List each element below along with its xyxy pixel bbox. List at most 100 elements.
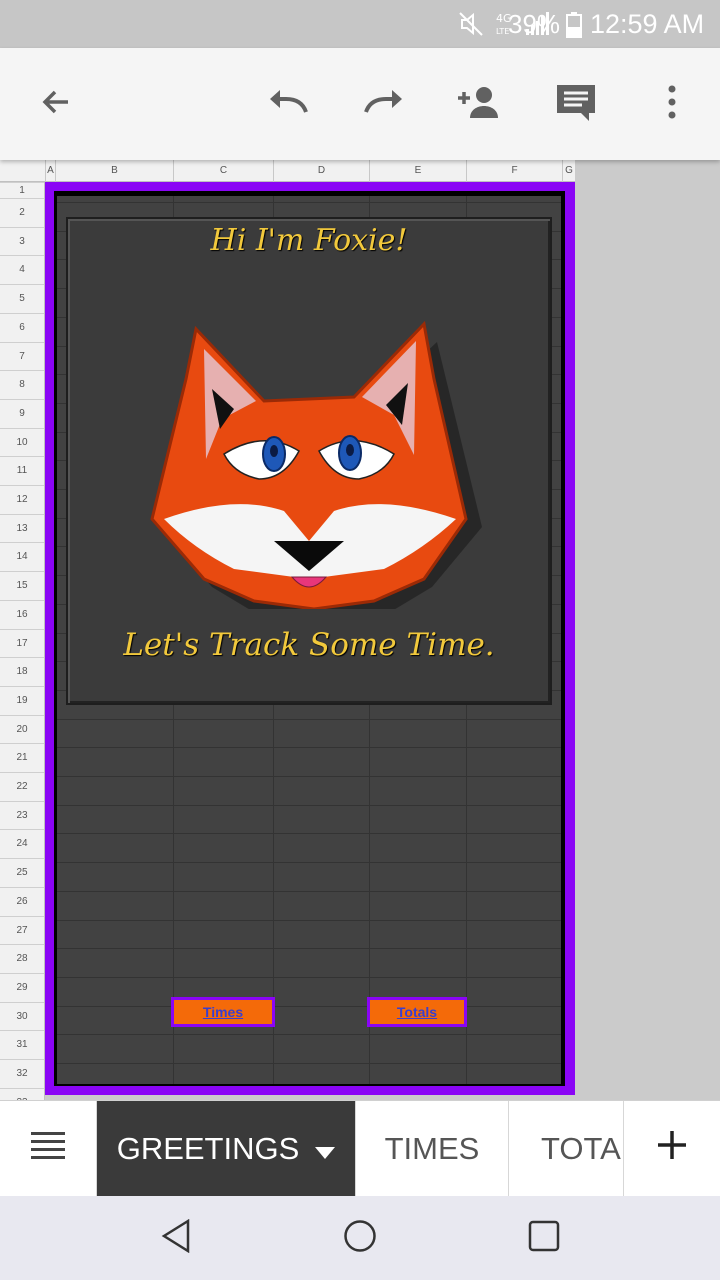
row-header[interactable]: 4 [0, 255, 44, 284]
more-vert-icon [667, 84, 677, 125]
redo-button[interactable] [360, 80, 408, 128]
row-header[interactable]: 9 [0, 398, 44, 428]
column-header[interactable]: D [273, 160, 369, 182]
row-header[interactable]: 10 [0, 427, 44, 457]
grid-line [57, 804, 561, 806]
row-header[interactable]: 25 [0, 858, 44, 887]
undo-button[interactable] [264, 80, 312, 128]
square-recents-icon [528, 1220, 560, 1257]
plus-icon [657, 1130, 687, 1168]
row-header[interactable]: 7 [0, 341, 44, 371]
back-button[interactable] [32, 80, 80, 128]
nav-back-button[interactable] [154, 1216, 198, 1260]
grid-line [57, 862, 561, 864]
circle-home-icon [343, 1219, 377, 1258]
grid-line [57, 1005, 561, 1007]
row-header[interactable]: 13 [0, 513, 44, 543]
row-header[interactable]: 30 [0, 1001, 44, 1031]
tab-totals[interactable]: TOTAL [509, 1101, 624, 1197]
grid-line [57, 890, 561, 892]
undo-icon [266, 84, 310, 125]
tab-label: TIMES [384, 1131, 480, 1166]
row-header[interactable]: 33 [0, 1087, 44, 1100]
row-header[interactable]: 8 [0, 370, 44, 399]
row-header[interactable]: 24 [0, 829, 44, 858]
back-arrow-icon [38, 84, 74, 125]
add-person-icon [456, 84, 504, 125]
app-toolbar [0, 48, 720, 160]
tab-label: TOTAL [541, 1131, 623, 1166]
row-header[interactable]: 6 [0, 312, 44, 342]
row-header[interactable]: 1 [0, 182, 44, 198]
row-header[interactable]: 14 [0, 542, 44, 571]
row-header[interactable]: 18 [0, 657, 44, 686]
totals-link-button[interactable]: Totals [367, 997, 467, 1027]
grid-line [57, 976, 561, 978]
redo-icon [362, 84, 406, 125]
tab-dropdown-icon [315, 1131, 336, 1167]
sheet-tab-bar: GREETINGS TIMES TOTAL [0, 1100, 720, 1197]
more-options-button[interactable] [648, 80, 696, 128]
comments-button[interactable] [552, 80, 600, 128]
column-header[interactable]: E [369, 160, 466, 182]
grid-line [57, 1034, 561, 1036]
nav-recents-button[interactable] [522, 1216, 566, 1260]
share-button[interactable] [456, 80, 504, 128]
row-header[interactable]: 2 [0, 198, 44, 227]
sheet-list-button[interactable] [0, 1101, 97, 1197]
row-header[interactable]: 21 [0, 743, 44, 772]
status-bar: 4G LTE 39% 12:59 AM [0, 0, 720, 48]
grid-line [57, 948, 561, 950]
row-header[interactable]: 27 [0, 915, 44, 945]
row-header[interactable]: 22 [0, 772, 44, 801]
grid-line [57, 1063, 561, 1064]
grid-line [57, 776, 561, 777]
grid-line [57, 919, 561, 921]
tab-label: GREETINGS [116, 1131, 300, 1166]
fox-mascot-image [150, 320, 482, 609]
row-header[interactable]: 17 [0, 628, 44, 658]
mute-icon [458, 11, 484, 37]
column-header[interactable]: C [173, 160, 273, 182]
clock: 12:59 AM [590, 9, 705, 39]
grid-line [57, 202, 561, 203]
row-header[interactable]: 31 [0, 1030, 44, 1059]
banner-subtitle: Let's Track Some Time. [123, 627, 495, 663]
system-nav-bar [0, 1196, 720, 1280]
banner-title: Hi I'm Foxie! [210, 223, 408, 258]
spreadsheet-area[interactable]: A B C D E F G 1 2 3 4 5 6 7 8 9 10 11 12 13 14 15 16 17 1… [0, 160, 720, 1100]
triangle-back-icon [160, 1218, 192, 1258]
column-header[interactable]: B [55, 160, 173, 182]
row-header[interactable]: 15 [0, 571, 44, 600]
add-sheet-button[interactable] [624, 1101, 720, 1197]
times-link-button[interactable]: Times [171, 997, 275, 1027]
row-header[interactable]: 20 [0, 714, 44, 744]
row-header[interactable]: 26 [0, 886, 44, 916]
column-header[interactable]: G [562, 160, 575, 182]
row-header[interactable]: 29 [0, 972, 44, 1002]
comment-icon [555, 81, 597, 128]
column-header[interactable]: F [466, 160, 562, 182]
menu-icon [31, 1130, 65, 1168]
row-header[interactable]: 16 [0, 599, 44, 629]
column-header[interactable]: A [45, 160, 55, 182]
tab-greetings[interactable]: GREETINGS [97, 1101, 356, 1197]
row-header[interactable]: 28 [0, 944, 44, 973]
greeting-card-frame: Hi I'm Foxie! Let's Track Some Time. Tim… [45, 182, 575, 1095]
column-headers: A B C D E F G [0, 160, 575, 182]
row-header[interactable]: 11 [0, 456, 44, 485]
welcome-banner: Hi I'm Foxie! Let's Track Some Time. [66, 217, 552, 705]
nav-home-button[interactable] [338, 1216, 382, 1260]
row-header[interactable]: 32 [0, 1059, 44, 1088]
grid-line [57, 718, 561, 720]
grid-line [57, 833, 561, 835]
row-header[interactable]: 5 [0, 284, 44, 313]
row-header[interactable]: 23 [0, 800, 44, 830]
grid-line [57, 747, 561, 749]
battery-icon [566, 12, 582, 38]
row-header[interactable]: 19 [0, 685, 44, 715]
row-header[interactable]: 3 [0, 226, 44, 256]
row-header[interactable]: 12 [0, 485, 44, 514]
row-headers: 1 2 3 4 5 6 7 8 9 10 11 12 13 14 15 16 17 18 19 20 21 22 23 24 2… [0, 182, 45, 1100]
tab-times[interactable]: TIMES [356, 1101, 509, 1197]
